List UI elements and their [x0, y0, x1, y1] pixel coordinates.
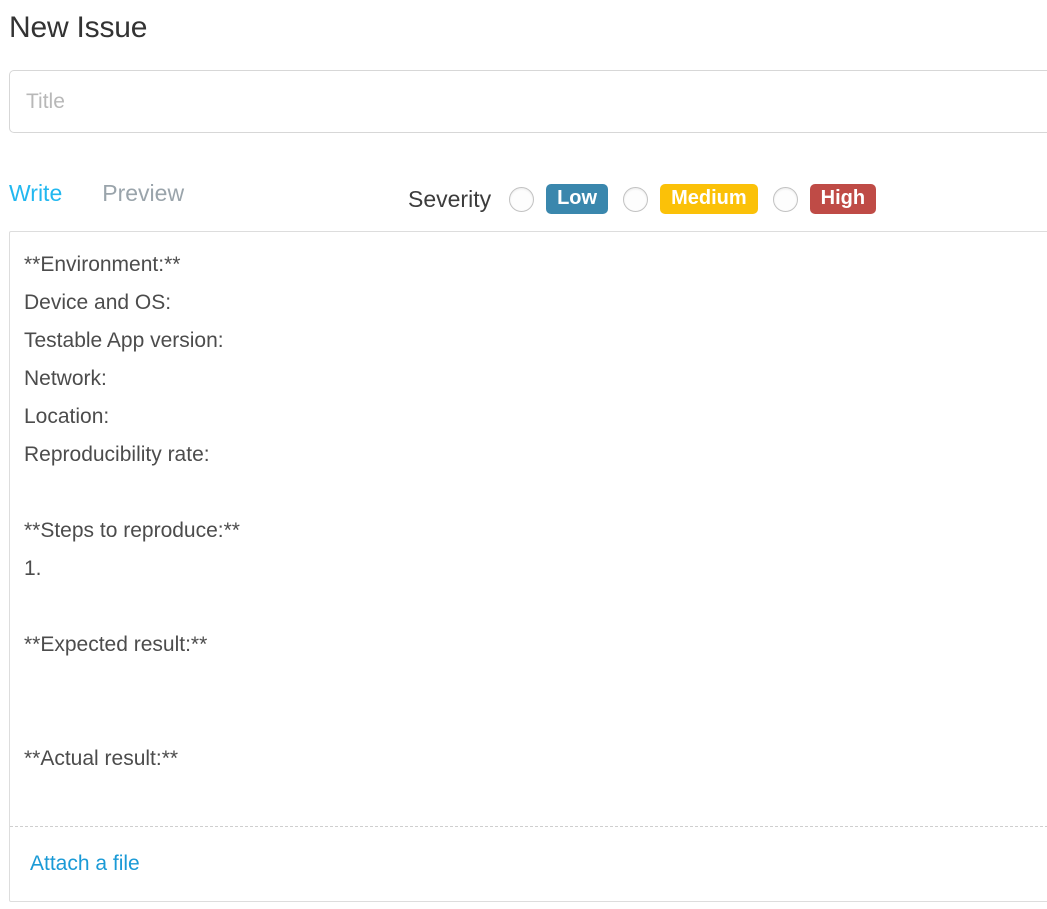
issue-body-textarea[interactable] [10, 232, 1047, 826]
editor-tab-bar: Write Preview [9, 178, 184, 208]
severity-badge-low[interactable]: Low [546, 184, 609, 214]
severity-label: Severity [408, 186, 492, 212]
tab-preview[interactable]: Preview [102, 178, 184, 208]
severity-badge-medium[interactable]: Medium [660, 184, 758, 214]
severity-option-medium[interactable]: Medium [623, 184, 758, 214]
issue-title-input[interactable] [9, 70, 1047, 133]
page-title: New Issue [9, 11, 148, 44]
radio-severity-medium[interactable] [623, 186, 649, 212]
attach-a-file-link[interactable]: Attach a file [30, 852, 140, 876]
severity-badge-high[interactable]: High [809, 184, 877, 214]
tab-write[interactable]: Write [9, 178, 62, 208]
new-issue-page: New Issue Write Preview Severity Low Med… [0, 0, 1047, 909]
attachment-bar: Attach a file [10, 826, 1047, 901]
radio-severity-low[interactable] [509, 186, 535, 212]
severity-option-high[interactable]: High [772, 184, 877, 214]
issue-body-box: Attach a file [9, 231, 1047, 902]
radio-severity-high[interactable] [772, 186, 798, 212]
severity-selector: Severity Low Medium High [408, 180, 877, 218]
severity-option-low[interactable]: Low [509, 184, 609, 214]
